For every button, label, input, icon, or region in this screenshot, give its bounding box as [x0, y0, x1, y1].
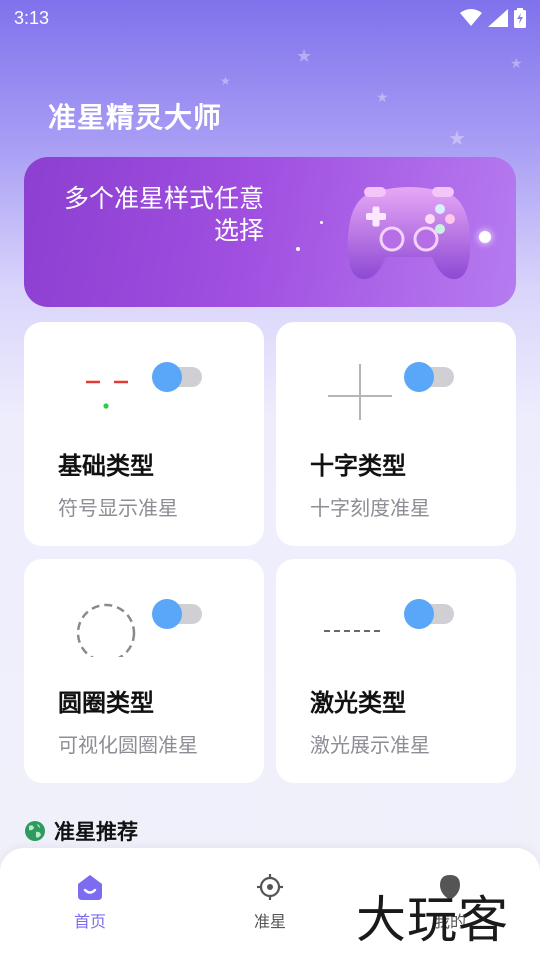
card-laser-type[interactable]: 激光类型 激光展示准星: [276, 559, 516, 783]
app-title: 准星精灵大师: [48, 101, 223, 134]
laser-type-toggle[interactable]: [404, 597, 454, 631]
card-subtitle: 激光展示准星: [310, 733, 430, 757]
card-cross-type[interactable]: 十字类型 十字刻度准星: [276, 322, 516, 546]
card-circle-type[interactable]: 圆圈类型 可视化圆圈准星: [24, 559, 264, 783]
card-subtitle: 可视化圆圈准星: [58, 733, 198, 757]
cross-crosshair-icon: [328, 364, 392, 420]
battery-charging-icon: [514, 8, 526, 28]
watermark: 大玩客: [356, 891, 509, 949]
card-basic-type[interactable]: 基础类型 符号显示准星: [24, 322, 264, 546]
nav-crosshair-label: 准星: [253, 912, 286, 931]
star-decoration: ★: [448, 126, 466, 150]
card-subtitle: 十字刻度准星: [310, 496, 430, 520]
star-decoration: ★: [376, 90, 389, 106]
card-title: 基础类型: [58, 452, 154, 480]
sparkle: [296, 247, 300, 251]
toggle-knob: [152, 362, 182, 392]
star-decoration: ★: [220, 74, 231, 88]
toggle-knob: [404, 362, 434, 392]
signal-icon: [488, 9, 508, 27]
promo-banner[interactable]: 多个准星样式任意选择: [24, 157, 516, 307]
nav-home[interactable]: 首页: [40, 872, 140, 932]
circle-type-toggle[interactable]: [152, 597, 202, 631]
recommend-section-header: 准星推荐: [24, 816, 138, 846]
status-icons: [460, 8, 526, 28]
gamepad-icon: [347, 187, 471, 280]
nav-crosshair[interactable]: 准星: [220, 872, 320, 932]
sparkle: [479, 231, 491, 243]
nav-home-label: 首页: [73, 912, 106, 931]
status-time: 3:13: [14, 7, 50, 28]
recommend-title: 准星推荐: [54, 820, 138, 844]
basic-crosshair-icon: [86, 380, 128, 409]
status-bar: 3:13: [0, 0, 540, 36]
laser-crosshair-icon: [324, 630, 384, 632]
card-title: 激光类型: [310, 689, 406, 717]
star-decoration: ★: [510, 56, 523, 72]
basic-type-toggle[interactable]: [152, 360, 202, 394]
card-subtitle: 符号显示准星: [58, 496, 178, 520]
card-title: 十字类型: [310, 452, 406, 480]
cross-type-toggle[interactable]: [404, 360, 454, 394]
circle-crosshair-icon: [76, 603, 136, 657]
wifi-icon: [460, 9, 482, 26]
toggle-knob: [404, 599, 434, 629]
toggle-knob: [152, 599, 182, 629]
star-decoration: ★: [296, 46, 313, 67]
crosshair-icon: [257, 874, 283, 900]
globe-icon: [25, 821, 45, 841]
card-title: 圆圈类型: [58, 689, 154, 717]
banner-text: 多个准星样式任意选择: [64, 184, 265, 245]
home-icon: [78, 875, 102, 900]
sparkle: [320, 221, 323, 224]
